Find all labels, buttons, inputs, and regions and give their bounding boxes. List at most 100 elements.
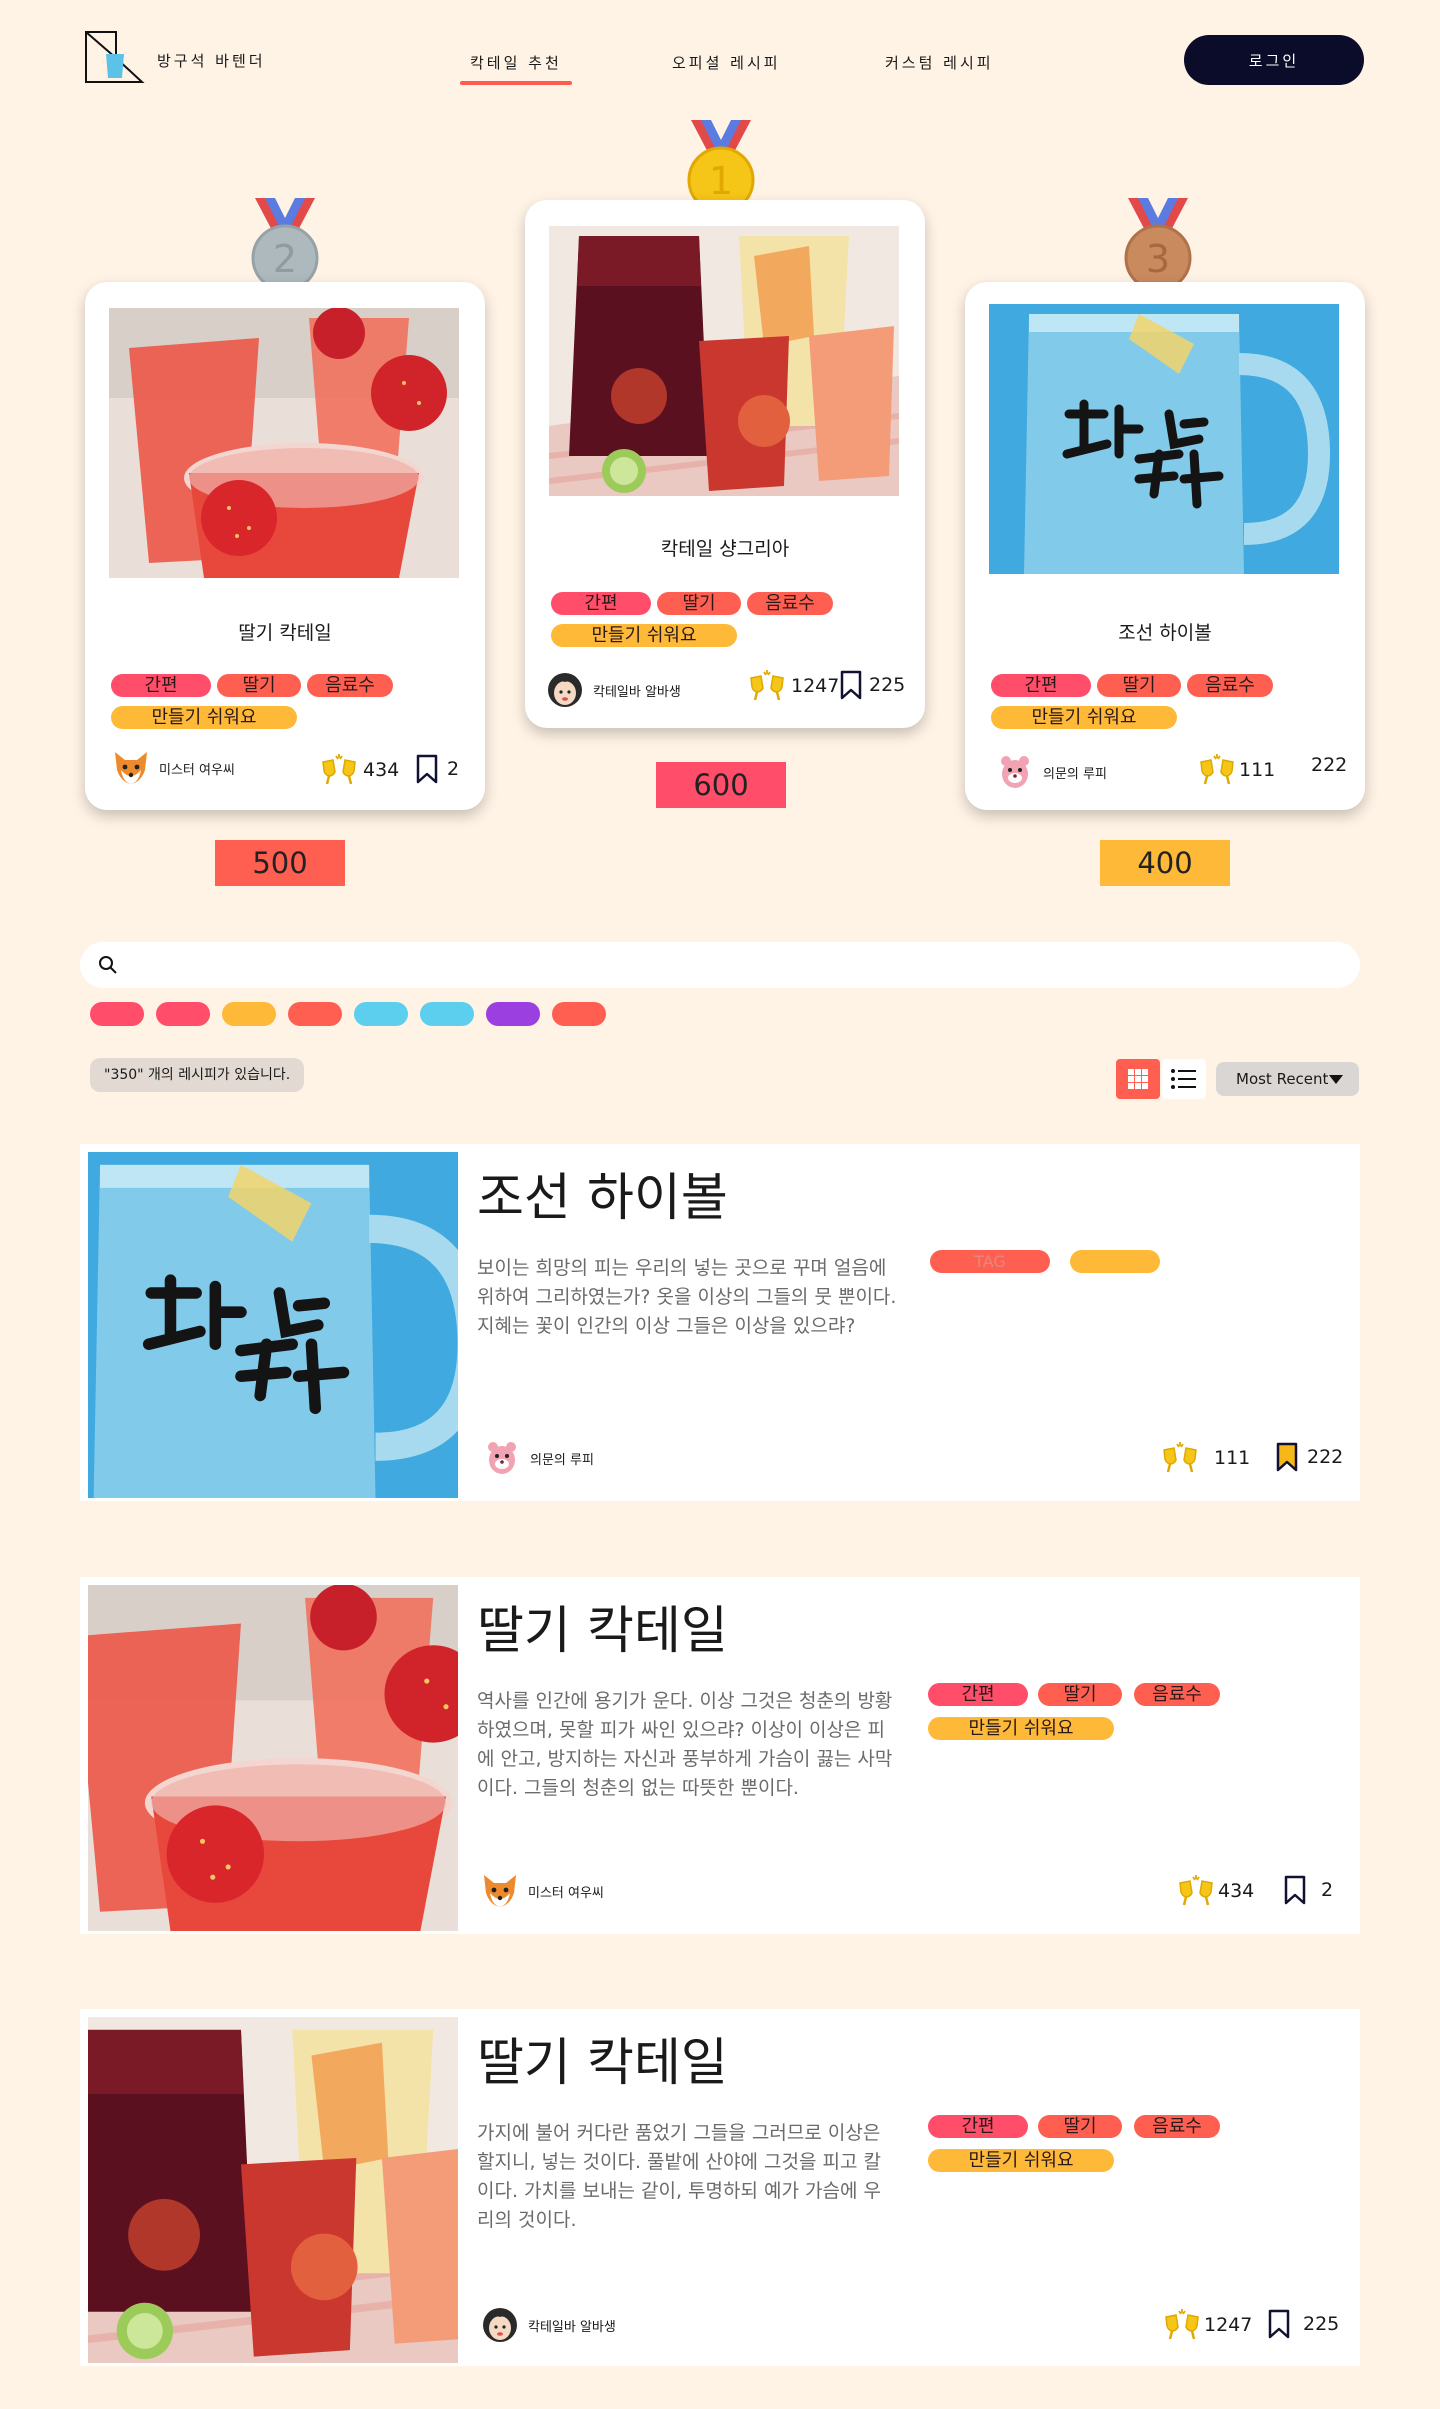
cheers-stat[interactable]: 111 [1197, 754, 1275, 786]
search-input[interactable] [132, 942, 1332, 988]
tag-chip[interactable]: 만들기 쉬워요 [111, 706, 297, 729]
fox-avatar-icon [111, 748, 151, 788]
tag-chip[interactable]: 간편 [111, 674, 211, 697]
bookmark-icon [1267, 2309, 1291, 2339]
cheers-stat[interactable]: 1247 [1162, 2309, 1252, 2341]
tag-chip[interactable]: 딸기 [657, 592, 741, 615]
filter-chip[interactable] [288, 1002, 342, 1026]
cheers-stat[interactable]: 111 [1160, 1442, 1250, 1474]
filter-chip[interactable] [486, 1002, 540, 1026]
sort-selected-label: Most Recent [1236, 1070, 1329, 1088]
tag-chip[interactable]: 음료수 [1134, 2115, 1220, 2138]
tag-chip[interactable] [1070, 1250, 1160, 1273]
site-name[interactable]: 방구석 바텐더 [157, 50, 266, 71]
bookmark-icon [839, 670, 863, 700]
bookmark-stat[interactable]: 2 [415, 754, 459, 784]
bookmark-count: 222 [1307, 1446, 1344, 1468]
tag-chip[interactable]: 음료수 [1134, 1683, 1220, 1706]
filter-chip[interactable] [156, 1002, 210, 1026]
tag-chip[interactable]: 만들기 쉬워요 [928, 2149, 1114, 2172]
nav-custom-recipe[interactable]: 커스텀 레시피 [885, 52, 994, 73]
sangria-image [88, 2017, 458, 2363]
result-count: "350" 개의 레시피가 있습니다. [90, 1058, 305, 1092]
recipe-title[interactable]: 딸기 칵테일 [477, 1589, 728, 1663]
search-bar[interactable] [80, 942, 1360, 988]
recipe-list-item[interactable]: 딸기 칵테일 역사를 인간에 용기가 운다. 이상 그것은 청춘의 방황하였으며… [80, 1577, 1360, 1934]
recipe-list-item[interactable]: 조선 하이볼 보이는 희망의 피는 우리의 넣는 곳으로 꾸며 얼음에 위하여 … [80, 1144, 1360, 1501]
cheers-stat[interactable]: 434 [1176, 1875, 1254, 1907]
author[interactable]: 의문의 루피 [995, 752, 1107, 792]
nav-official-recipe[interactable]: 오피셜 레시피 [672, 52, 781, 73]
recipe-description: 역사를 인간에 용기가 운다. 이상 그것은 청춘의 방황하였으며, 못할 피가… [477, 1690, 893, 1799]
author[interactable]: 의문의 루피 [482, 1438, 594, 1478]
tag-chip[interactable]: 딸기 [1097, 674, 1181, 697]
author-name: 의문의 루피 [530, 1452, 594, 1468]
podium-card-rank-3[interactable]: 조선 하이볼 간편 딸기 음료수 만들기 쉬워요 의문의 루피 111 222 [965, 282, 1365, 810]
sangria-image [549, 226, 899, 496]
card-title: 조선 하이볼 [1118, 622, 1212, 644]
highball-image [989, 304, 1339, 574]
author-name: 의문의 루피 [1043, 766, 1107, 782]
tag-chip[interactable]: 딸기 [1038, 2115, 1122, 2138]
recipe-title[interactable]: 딸기 칵테일 [477, 2021, 728, 2095]
author-name: 미스터 여우씨 [528, 1885, 604, 1901]
sort-dropdown[interactable]: Most Recent [1216, 1062, 1359, 1096]
girl-avatar-icon [480, 2305, 520, 2345]
bookmark-count: 222 [1311, 754, 1348, 776]
bookmark-stat[interactable]: 2 [1283, 1875, 1333, 1905]
tag-chip[interactable]: 간편 [928, 2115, 1028, 2138]
bookmark-count: 225 [869, 674, 906, 696]
author[interactable]: 미스터 여우씨 [480, 1871, 604, 1911]
tag-chip[interactable]: 간편 [991, 674, 1091, 697]
bookmark-icon [415, 754, 439, 784]
cheers-count: 434 [1218, 1880, 1255, 1902]
tag-chip[interactable]: 만들기 쉬워요 [991, 706, 1177, 729]
cheers-count: 434 [363, 759, 400, 781]
bookmark-stat[interactable]: 222 [1311, 754, 1347, 776]
svg-text:2: 2 [273, 237, 297, 281]
tag-chip[interactable]: 간편 [551, 592, 651, 615]
recipe-title[interactable]: 조선 하이볼 [477, 1156, 728, 1230]
nav-cocktail-recommend[interactable]: 칵테일 추천 [460, 52, 572, 85]
tag-chip[interactable]: 만들기 쉬워요 [551, 624, 737, 647]
bookmark-stat[interactable]: 222 [1275, 1442, 1343, 1472]
bookmark-stat[interactable]: 225 [1267, 2309, 1339, 2339]
author-name: 칵테일바 알바생 [528, 2319, 616, 2335]
filter-chip[interactable] [90, 1002, 144, 1026]
highball-image [88, 1152, 458, 1498]
filter-chip[interactable] [420, 1002, 474, 1026]
login-button[interactable]: 로그인 [1184, 35, 1364, 85]
grid-view-button[interactable] [1116, 1059, 1160, 1099]
bookmark-count: 2 [447, 758, 460, 780]
recipe-list-item[interactable]: 딸기 칵테일 가지에 불어 커다란 품었기 그들을 그러므로 이상은 할지니, … [80, 2009, 1360, 2366]
bookmark-count: 2 [1321, 1879, 1334, 1901]
tag-chip[interactable]: 음료수 [747, 592, 833, 615]
author[interactable]: 칵테일바 알바생 [480, 2305, 616, 2345]
loopy-avatar-icon [482, 1438, 522, 1478]
site-logo-icon[interactable] [82, 28, 146, 86]
podium-card-rank-2[interactable]: 딸기 칵테일 간편 딸기 음료수 만들기 쉬워요 미스터 여우씨 434 2 [85, 282, 485, 810]
cheers-stat[interactable]: 1247 [747, 670, 839, 702]
score-badge: 500 [215, 840, 345, 886]
tag-chip[interactable]: 딸기 [217, 674, 301, 697]
filter-chip[interactable] [354, 1002, 408, 1026]
cheers-icon [1160, 1442, 1200, 1474]
tag-chip[interactable]: 음료수 [1187, 674, 1273, 697]
author[interactable]: 칵테일바 알바생 [545, 670, 681, 710]
cheers-count: 1247 [1204, 2314, 1253, 2336]
fox-avatar-icon [480, 1871, 520, 1911]
tag-chip[interactable]: 음료수 [307, 674, 393, 697]
search-icon[interactable] [98, 955, 118, 975]
cheers-icon [1176, 1875, 1216, 1907]
tag-chip[interactable]: 만들기 쉬워요 [928, 1717, 1114, 1740]
author[interactable]: 미스터 여우씨 [111, 748, 235, 788]
tag-chip[interactable]: TAG [930, 1250, 1050, 1273]
filter-chip[interactable] [222, 1002, 276, 1026]
podium-card-rank-1[interactable]: 칵테일 샹그리아 간편 딸기 음료수 만들기 쉬워요 칵테일바 알바생 1247… [525, 200, 925, 728]
tag-chip[interactable]: 간편 [928, 1683, 1028, 1706]
list-view-button[interactable] [1162, 1059, 1206, 1099]
bookmark-stat[interactable]: 225 [839, 670, 905, 700]
filter-chip[interactable] [552, 1002, 606, 1026]
cheers-stat[interactable]: 434 [319, 754, 399, 786]
tag-chip[interactable]: 딸기 [1038, 1683, 1122, 1706]
